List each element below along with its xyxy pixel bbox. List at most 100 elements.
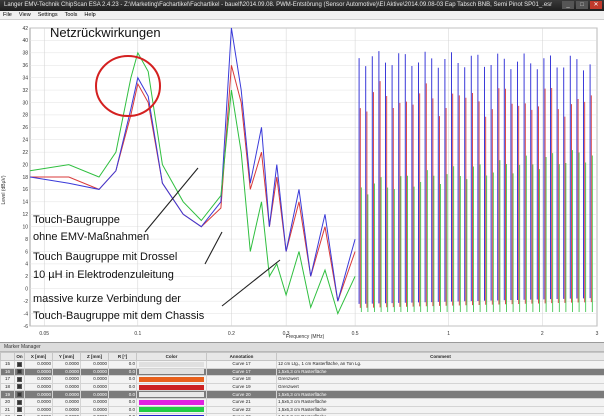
row-id: 15 (0, 360, 15, 369)
row-checkbox[interactable] (14, 360, 25, 369)
spectrum-chart: 42 40 38 36 34 32 30 28 26 24 22 20 18 16 14 12 10 8 6 4 2 0-… (0, 20, 604, 342)
menu-help[interactable]: Help (84, 11, 95, 19)
y-tick-label: 6 (25, 249, 28, 255)
r-value: 0.0 (108, 375, 137, 384)
x-value: 0.0000 (24, 405, 53, 415)
x-tick-label: 0.1 (134, 331, 141, 337)
table-row[interactable]: 16 0.0000 0.0000 0.0000 0.0 Curve 17 1,5x6,3 c… (0, 367, 604, 377)
close-button[interactable]: ✕ (590, 1, 602, 9)
table-row[interactable]: 17 0.0000 0.0000 0.0000 0.0 Curve 18 Grenzwert (0, 375, 604, 384)
column-header[interactable]: On (14, 352, 25, 361)
table-row[interactable]: 15 0.0000 0.0000 0.0000 0.0 Curve 17 12 cm Ltg… (0, 360, 604, 369)
x-value: 0.0000 (24, 382, 53, 392)
color-chip[interactable] (139, 407, 204, 413)
y-tick-label: 40 (22, 38, 28, 44)
color-chip[interactable] (139, 376, 204, 382)
row-id: 17 (0, 375, 15, 384)
y-tick-label: 22 (22, 150, 28, 156)
row-checkbox[interactable] (14, 382, 25, 392)
color-swatch[interactable] (136, 375, 207, 384)
y-tick-label: 30 (22, 100, 28, 106)
marker-table: On X [mm] Y [mm] Z [mm] R [°] Color Annotation… (0, 352, 604, 416)
on-checkbox[interactable] (17, 399, 22, 405)
comment-cell: Grenzwert (276, 382, 604, 392)
annotation-cell: Curve 17 (206, 360, 277, 369)
row-checkbox[interactable] (14, 405, 25, 415)
color-swatch[interactable] (136, 360, 207, 369)
x-value: 0.0000 (24, 390, 53, 399)
y-value: 0.0000 (52, 382, 81, 392)
row-id: 19 (0, 390, 15, 399)
y-tick-label: 0 (25, 287, 28, 293)
on-checkbox[interactable] (17, 376, 22, 382)
y-value: 0.0000 (52, 360, 81, 369)
column-header[interactable]: R [°] (108, 352, 137, 361)
x-tick-label: 2 (541, 331, 544, 337)
y-tick-label: -4 (24, 311, 29, 317)
r-value: 0.0 (108, 360, 137, 369)
annotation-netz: Netzrückwirkungen (50, 25, 161, 40)
on-checkbox[interactable] (17, 407, 22, 413)
r-value: 0.0 (108, 382, 137, 392)
y-tick-label: 14 (22, 200, 28, 206)
color-swatch[interactable] (136, 405, 207, 415)
column-header[interactable]: X [mm] (24, 352, 53, 361)
y-tick-label: -2 (24, 299, 29, 305)
annotation-chassis-2: Touch-Baugruppe mit dem Chassis (33, 310, 205, 322)
color-swatch[interactable] (136, 367, 207, 377)
row-id: 20 (0, 397, 15, 407)
r-value: 0.0 (108, 367, 137, 377)
column-header[interactable]: Y [mm] (52, 352, 81, 361)
color-chip[interactable] (139, 384, 204, 390)
table-row[interactable]: 21 0.0000 0.0000 0.0000 0.0 Curve 22 1,5x6,3 c… (0, 405, 604, 415)
maximize-button[interactable]: □ (576, 1, 588, 9)
x-axis-label: Frequency (MHz) (286, 334, 325, 340)
color-swatch[interactable] (136, 390, 207, 399)
on-checkbox[interactable] (17, 391, 22, 397)
x-value: 0.0000 (24, 367, 53, 377)
color-chip[interactable] (139, 399, 204, 405)
row-checkbox[interactable] (14, 367, 25, 377)
annotation-cell: Curve 19 (206, 382, 277, 392)
color-chip[interactable] (139, 369, 204, 375)
row-id: 16 (0, 367, 15, 377)
color-chip[interactable] (139, 361, 204, 367)
x-value: 0.0000 (24, 360, 53, 369)
y-tick-label: 8 (25, 237, 28, 243)
y-value: 0.0000 (52, 397, 81, 407)
row-checkbox[interactable] (14, 397, 25, 407)
table-row[interactable]: 18 0.0000 0.0000 0.0000 0.0 Curve 19 Grenzwert (0, 382, 604, 392)
column-header[interactable]: Z [mm] (80, 352, 109, 361)
menu-view[interactable]: View (19, 11, 31, 19)
z-value: 0.0000 (80, 397, 109, 407)
row-checkbox[interactable] (14, 390, 25, 399)
color-chip[interactable] (139, 392, 204, 398)
menu-file[interactable]: File (3, 11, 12, 19)
on-checkbox[interactable] (17, 361, 22, 367)
column-header[interactable]: Annotation (206, 352, 277, 361)
color-swatch[interactable] (136, 397, 207, 407)
y-tick-label: 26 (22, 125, 28, 131)
column-header[interactable]: Color (136, 352, 207, 361)
row-id: 21 (0, 405, 15, 415)
menu-tools[interactable]: Tools (65, 11, 78, 19)
chart-canvas: 424038363432302826242220181614121086420-… (1, 25, 599, 340)
menu-settings[interactable]: Settings (38, 11, 58, 19)
on-checkbox[interactable] (17, 369, 22, 375)
on-checkbox[interactable] (17, 384, 22, 390)
minimize-button[interactable]: _ (562, 1, 574, 9)
annotation-cell: Curve 18 (206, 375, 277, 384)
x-tick-label: 0.2 (228, 331, 235, 337)
y-tick-label: -6 (24, 324, 29, 330)
table-row[interactable]: 20 0.0000 0.0000 0.0000 0.0 Curve 21 1,5x6,3 c… (0, 397, 604, 407)
column-header[interactable] (0, 352, 15, 361)
y-tick-label: 28 (22, 113, 28, 119)
menu-bar: File View Settings Tools Help (0, 11, 604, 20)
row-checkbox[interactable] (14, 375, 25, 384)
comment-cell: 1,5x6,3 cm Rasterfläche (276, 405, 604, 415)
table-row[interactable]: 19 0.0000 0.0000 0.0000 0.0 Curve 20 1,5x6,3 c… (0, 390, 604, 399)
column-header[interactable]: Comment (276, 352, 604, 361)
color-swatch[interactable] (136, 382, 207, 392)
y-tick-label: 32 (22, 88, 28, 94)
y-tick-label: 38 (22, 51, 28, 57)
